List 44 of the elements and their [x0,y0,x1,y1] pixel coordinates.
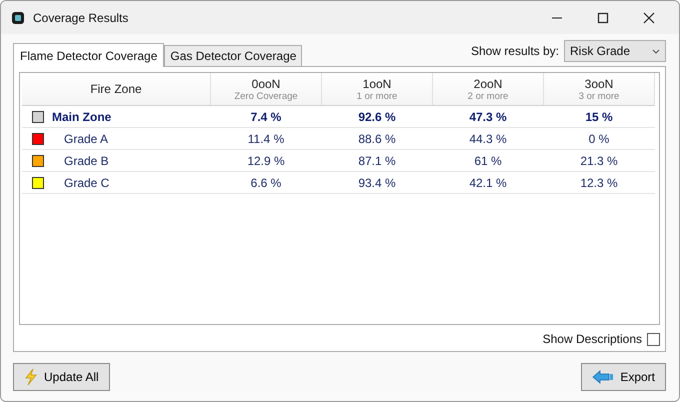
arrow-left-icon [592,370,614,384]
column-title: 2ooN [472,76,504,90]
show-results-label: Show results by: [470,44,559,58]
table-cell: 88.6 % [322,128,432,150]
table-cell: 92.6 % [322,106,432,128]
zone-name: Grade B [64,154,109,168]
table-cell: 7.4 % [210,106,322,128]
table-cell: 47.3 % [432,106,544,128]
table-cell: 42.1 % [432,172,544,194]
app-icon [11,10,25,24]
column-title: 1ooN [362,76,392,90]
checkbox[interactable] [647,332,660,346]
table-cell: 12.3 % [544,172,654,194]
column-title: 3ooN [584,76,614,90]
zone-name: Grade A [64,132,108,146]
update-all-button[interactable]: Update All [13,363,110,391]
table-cell: 11.4 % [210,128,322,150]
column-title: Fire Zone [89,82,143,96]
column-title: 0ooN [250,76,282,90]
tab[interactable]: Gas Detector Coverage [164,45,302,66]
close-icon[interactable] [643,12,655,24]
column-subtitle: 3 or more [578,90,620,102]
column-subtitle: Zero Coverage [233,90,299,102]
table-cell: 93.4 % [322,172,432,194]
table-cell: 0 % [544,128,654,150]
table-cell: 61 % [432,150,544,172]
table-cell: 21.3 % [544,150,654,172]
tab[interactable]: Flame Detector Coverage [13,43,164,67]
export-button[interactable]: Export [581,363,666,391]
table-cell: 15 % [544,106,654,128]
maximize-icon[interactable] [597,12,609,24]
table-cell: 12.9 % [210,150,322,172]
table-cell: 6.6 % [210,172,322,194]
show-descriptions-label: Show Descriptions [542,332,642,346]
lightning-icon [24,368,38,386]
results-dropdown[interactable]: Risk Grade [564,40,666,62]
column-subtitle: 2 or more [466,90,510,102]
window-title: Coverage Results [33,10,128,24]
table-cell: 44.3 % [432,128,544,150]
zone-name: Grade C [64,176,110,190]
zone-name: Main Zone [52,110,112,124]
column-subtitle: 1 or more [356,90,398,102]
chevron-down-icon [652,48,660,54]
table-cell: 87.1 % [322,150,432,172]
